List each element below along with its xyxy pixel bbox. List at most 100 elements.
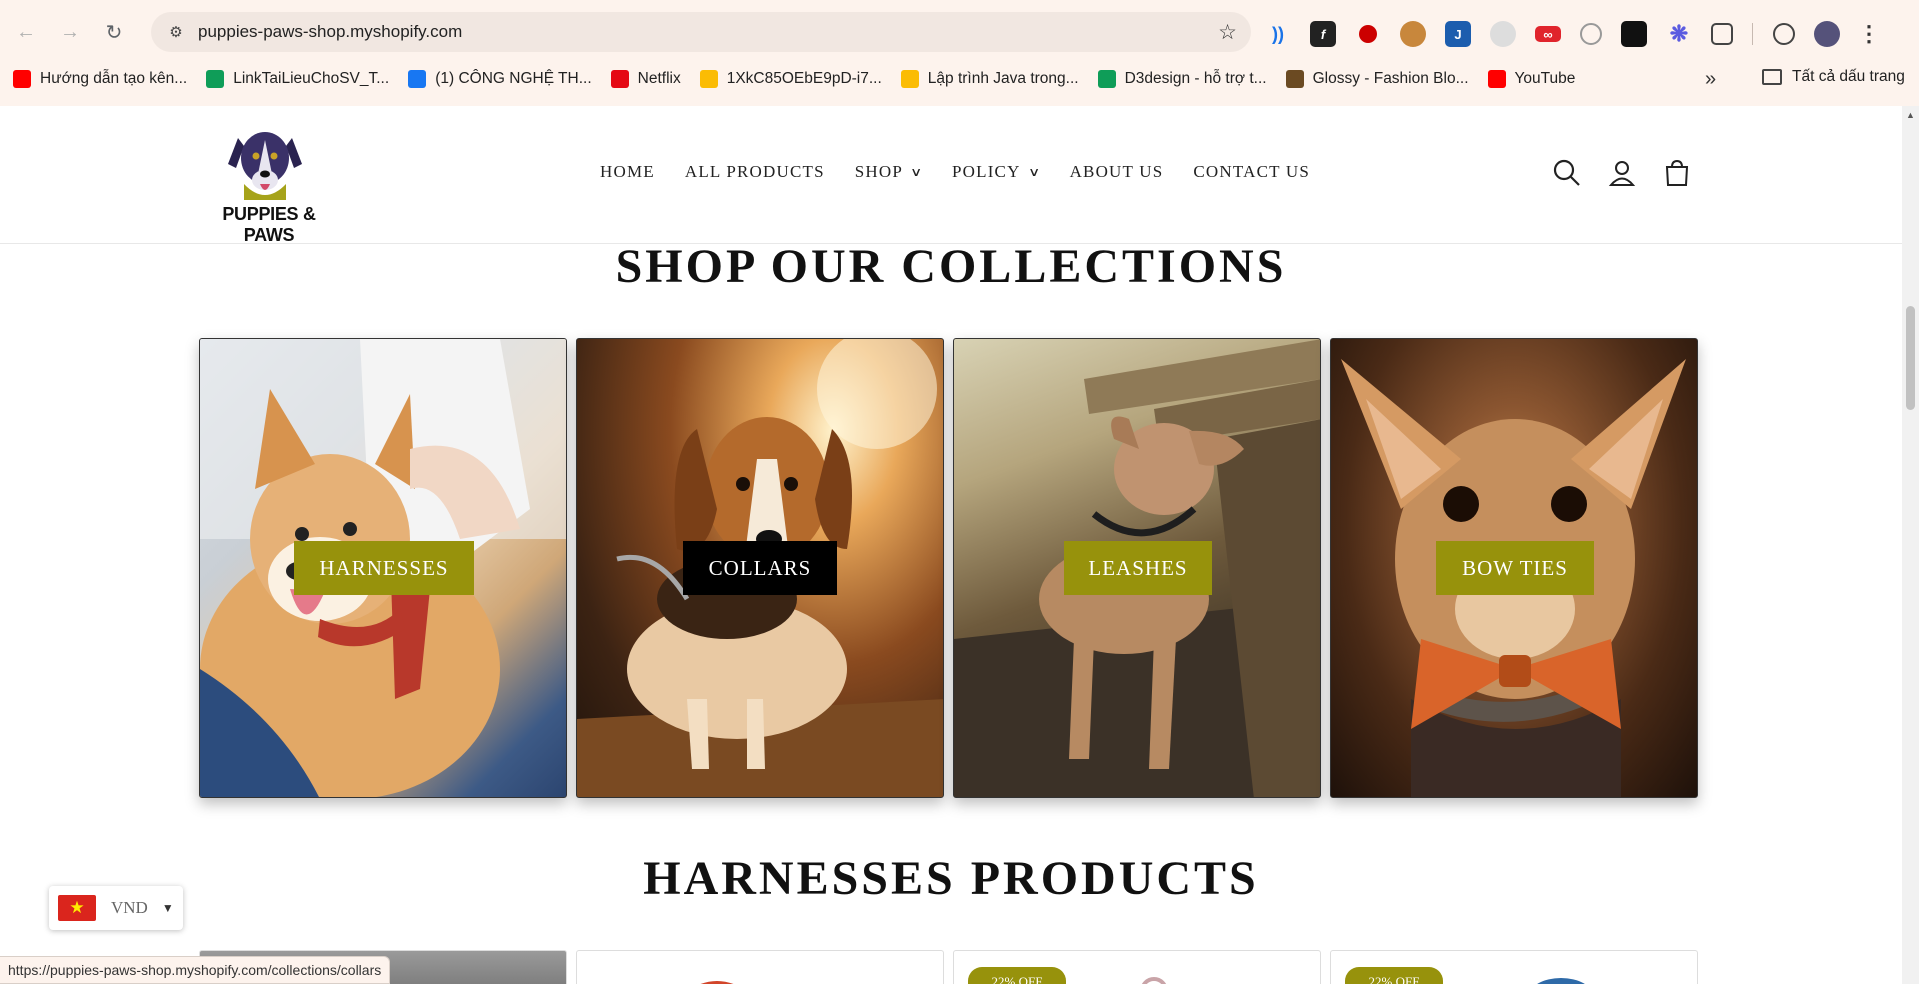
header-actions: [1552, 158, 1717, 188]
nav-item-all-products[interactable]: ALL PRODUCTS: [685, 162, 825, 182]
collars-button[interactable]: COLLARS: [683, 541, 837, 595]
collection-card-leashes[interactable]: LEASHES: [953, 338, 1321, 798]
nav-item-label: HOME: [600, 162, 655, 181]
nav-item-label: ABOUT US: [1069, 162, 1164, 181]
nav-item-about-us[interactable]: ABOUT US: [1070, 162, 1164, 182]
products-title: HARNESSES PRODUCTS: [643, 852, 1259, 905]
site-logo[interactable]: PUPPIES & PAWS: [208, 124, 330, 245]
sheets-icon: [1097, 70, 1116, 88]
nav-item-label: POLICY: [951, 162, 1021, 181]
nav-item-label: SHOP: [854, 162, 903, 181]
product-card[interactable]: [576, 950, 944, 984]
collection-card-bow-ties[interactable]: BOW TIES: [1330, 338, 1698, 798]
collection-card-harnesses[interactable]: HARNESSES: [199, 338, 567, 798]
drive-icon: [699, 70, 718, 88]
cart-icon[interactable]: [1662, 158, 1692, 188]
reload-icon[interactable]: ↻: [96, 14, 132, 50]
extensions-bar: )) f J ∞ ❋ ⋮: [1265, 18, 1880, 50]
nav-item-shop[interactable]: SHOP ∨: [854, 162, 923, 182]
browser-menu-icon[interactable]: ⋮: [1858, 21, 1880, 47]
bookmark-label: 1XkC85OEbE9pD-i7...: [726, 70, 882, 87]
collection-card-collars[interactable]: COLLARS: [576, 338, 944, 798]
harness-product-image: [1537, 978, 1585, 984]
formula-extension-icon[interactable]: f: [1310, 21, 1336, 47]
bookmark-item[interactable]: Glossy - Fashion Blo...: [1285, 70, 1469, 88]
products-grid: 22% OFF 22% OFF: [199, 950, 1707, 984]
chevron-down-icon: ▼: [161, 901, 174, 915]
bookmark-label: Glossy - Fashion Blo...: [1312, 70, 1469, 87]
bookmark-label: Netflix: [637, 70, 681, 87]
page-scrollbar[interactable]: ▲: [1902, 106, 1919, 984]
netflix-icon: [610, 70, 629, 88]
page-viewport: PUPPIES & PAWS HOME ALL PRODUCTS SHOP ∨ POLI…: [0, 106, 1902, 984]
bookmark-label: Lập trình Java trong...: [927, 70, 1079, 87]
bookmark-item[interactable]: 1XkC85OEbE9pD-i7...: [699, 70, 882, 88]
profile-avatar[interactable]: [1814, 21, 1840, 47]
toolbar-divider: [1752, 23, 1753, 45]
currency-selector[interactable]: ★ VND ▼: [49, 886, 183, 930]
performance-icon[interactable]: [1773, 23, 1795, 45]
product-card[interactable]: 22% OFF: [1330, 950, 1698, 984]
bookmark-item[interactable]: (1) CÔNG NGHỆ TH...: [408, 70, 592, 88]
browser-toolbar: ← → ↻ ⚙ puppies-paws-shop.myshopify.com …: [0, 6, 1919, 58]
bookmark-item[interactable]: Netflix: [610, 70, 681, 88]
glossy-icon: [1285, 70, 1304, 88]
collections-title: SHOP OUR COLLECTIONS: [615, 240, 1287, 293]
j-extension-icon[interactable]: J: [1445, 21, 1471, 47]
nav-item-policy[interactable]: POLICY ∨: [952, 162, 1040, 182]
facebook-icon: [408, 70, 427, 88]
cookie-extension-icon[interactable]: [1400, 21, 1426, 47]
nav-item-home[interactable]: HOME: [600, 162, 655, 182]
bookmark-label: Hướng dẫn tạo kên...: [40, 70, 188, 87]
extensions-puzzle-icon[interactable]: [1711, 23, 1733, 45]
sheets-icon: [206, 70, 225, 88]
nav-item-label: CONTACT US: [1193, 162, 1310, 181]
bookmark-label: D3design - hỗ trợ t...: [1124, 70, 1267, 87]
scrollbar-thumb[interactable]: [1906, 306, 1915, 410]
main-navigation: HOME ALL PRODUCTS SHOP ∨ POLICY ∨ ABOUT US CONT…: [600, 162, 1340, 182]
bookmark-label: YouTube: [1514, 70, 1576, 87]
nav-item-contact-us[interactable]: CONTACT US: [1193, 162, 1310, 182]
back-icon[interactable]: ←: [8, 14, 44, 50]
leashes-button[interactable]: LEASHES: [1064, 541, 1212, 595]
product-image: [1141, 977, 1167, 984]
toggle-extension-icon[interactable]: [1621, 21, 1647, 47]
forward-icon[interactable]: →: [52, 14, 88, 50]
address-url[interactable]: puppies-paws-shop.myshopify.com: [198, 22, 462, 42]
bookmarks-bar: Hướng dẫn tạo kên... LinkTaiLieuChoSV_T..…: [0, 62, 1919, 96]
product-card[interactable]: 22% OFF: [953, 950, 1321, 984]
vietnam-flag-icon: ★: [58, 895, 96, 921]
bookmark-label: (1) CÔNG NGHỆ TH...: [435, 70, 592, 87]
site-header: PUPPIES & PAWS HOME ALL PRODUCTS SHOP ∨ POLI…: [0, 106, 1902, 245]
youtube-icon: [1487, 70, 1506, 88]
bow-ties-button[interactable]: BOW TIES: [1436, 541, 1594, 595]
snowflake-extension-icon[interactable]: ❋: [1666, 21, 1692, 47]
address-bar[interactable]: ⚙ puppies-paws-shop.myshopify.com ☆: [151, 12, 1251, 52]
leash-product-image: [700, 981, 734, 984]
compass-extension-icon[interactable]: [1580, 23, 1602, 45]
bookmark-label: LinkTaiLieuChoSV_T...: [233, 70, 390, 87]
bookmark-item[interactable]: Hướng dẫn tạo kên...: [13, 70, 187, 88]
harnesses-button[interactable]: HARNESSES: [294, 541, 474, 595]
paint-extension-icon[interactable]: [1359, 25, 1377, 43]
bookmark-item[interactable]: D3design - hỗ trợ t...: [1097, 70, 1267, 88]
bookmark-star-icon[interactable]: ☆: [1218, 20, 1237, 45]
dog-logo-icon: [228, 132, 302, 200]
search-icon[interactable]: [1552, 158, 1582, 188]
youtube-icon: [13, 70, 31, 88]
drive-icon: [900, 70, 919, 88]
infinity-extension-icon[interactable]: ∞: [1535, 26, 1561, 42]
currency-code: VND: [111, 898, 148, 917]
bookmark-item[interactable]: YouTube: [1487, 70, 1576, 88]
ghost-extension-icon[interactable]: [1490, 21, 1516, 47]
nav-item-label: ALL PRODUCTS: [684, 162, 825, 181]
bookmark-item[interactable]: Lập trình Java trong...: [900, 70, 1079, 88]
bookmark-item[interactable]: LinkTaiLieuChoSV_T...: [206, 70, 389, 88]
chevron-down-icon: ∨: [1027, 164, 1042, 179]
site-settings-icon[interactable]: ⚙: [166, 22, 186, 42]
collections-grid: HARNESSES COLLARS LEASHES BOW TIES: [199, 338, 1707, 798]
browser-chrome: ← → ↻ ⚙ puppies-paws-shop.myshopify.com …: [0, 0, 1919, 106]
account-icon[interactable]: [1607, 158, 1637, 188]
read-aloud-extension-icon[interactable]: )): [1265, 21, 1291, 47]
scroll-up-icon[interactable]: ▲: [1906, 110, 1915, 120]
